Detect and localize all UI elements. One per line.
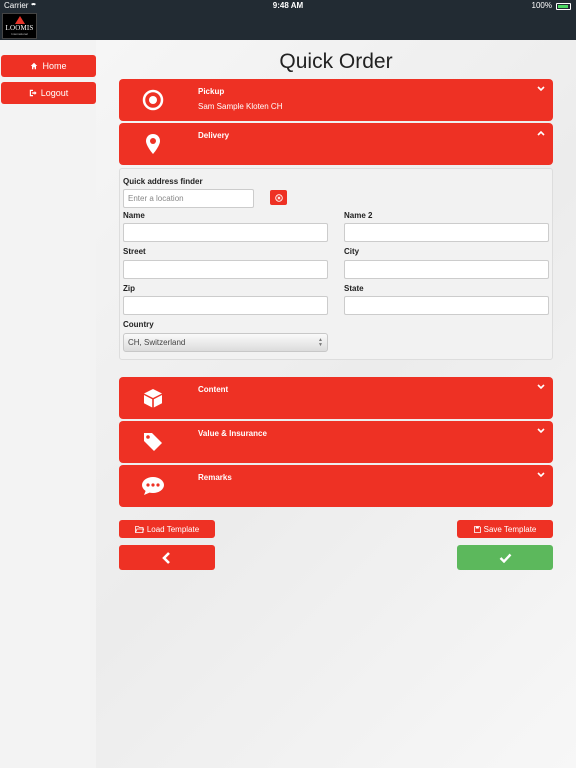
speech-bubble-icon [139, 465, 167, 507]
zip-label: Zip [123, 284, 135, 293]
chevron-down-icon[interactable] [536, 382, 546, 392]
save-template-button[interactable]: Save Template [457, 520, 553, 538]
country-label: Country [123, 320, 154, 329]
page-title: Quick Order [279, 50, 393, 73]
load-template-button[interactable]: Load Template [119, 520, 215, 538]
logout-button[interactable]: Logout [1, 82, 96, 104]
remarks-title: Remarks [198, 473, 232, 482]
folder-open-icon [134, 525, 144, 533]
close-circle-icon [274, 193, 283, 202]
delivery-section-header[interactable]: Delivery [119, 123, 553, 165]
logo-subtext: International [11, 32, 28, 36]
pickup-section-header[interactable]: Pickup Sam Sample Kloten CH [119, 79, 553, 121]
delivery-title: Delivery [198, 131, 230, 140]
name2-field[interactable] [344, 223, 549, 242]
country-select[interactable]: CH, Switzerland ▲ ▼ [123, 333, 328, 352]
nav-bar: LOOMIS International [0, 12, 576, 40]
chevron-down-icon[interactable] [536, 470, 546, 480]
pickup-address: Sam Sample Kloten CH [198, 102, 283, 111]
map-pin-icon [139, 123, 167, 165]
chevron-down-icon[interactable] [536, 84, 546, 94]
city-field[interactable] [344, 260, 549, 279]
street-field[interactable] [123, 260, 328, 279]
chevron-left-icon [162, 551, 170, 564]
save-icon [473, 525, 481, 533]
clock: 9:48 AM [272, 1, 304, 10]
state-field[interactable] [344, 296, 549, 315]
back-button[interactable] [119, 545, 215, 570]
status-bar: Carrier 9:48 AM 100% [0, 0, 576, 12]
content-section-header[interactable]: Content [119, 377, 553, 419]
select-arrows-icon: ▲ ▼ [318, 337, 323, 348]
logo-triangle-icon [14, 16, 25, 24]
value-insurance-title: Value & Insurance [198, 429, 267, 438]
target-icon [139, 79, 167, 121]
quick-address-finder-label: Quick address finder [123, 177, 203, 186]
name2-label: Name 2 [344, 211, 373, 220]
home-icon [31, 62, 38, 70]
tag-icon [139, 421, 167, 463]
street-label: Street [123, 247, 146, 256]
chevron-up-icon[interactable] [536, 128, 546, 138]
pickup-title: Pickup [198, 87, 225, 96]
country-value: CH, Switzerland [128, 338, 186, 347]
chevron-down-icon[interactable] [536, 426, 546, 436]
state-label: State [344, 284, 364, 293]
battery-percent: 100% [531, 1, 552, 10]
remarks-section-header[interactable]: Remarks [119, 465, 553, 507]
zip-field[interactable] [123, 296, 328, 315]
clear-location-button[interactable] [270, 190, 287, 205]
logout-label: Logout [40, 88, 69, 98]
loomis-logo[interactable]: LOOMIS International [2, 13, 37, 39]
value-insurance-section-header[interactable]: Value & Insurance [119, 421, 553, 463]
name-field[interactable] [123, 223, 328, 242]
city-label: City [344, 247, 360, 256]
name-label: Name [123, 211, 145, 220]
load-template-label: Load Template [146, 524, 200, 534]
home-button[interactable]: Home [1, 55, 96, 77]
box-icon [139, 377, 167, 419]
quick-address-finder-input[interactable] [123, 189, 254, 208]
battery-icon [556, 3, 571, 10]
save-template-label: Save Template [483, 524, 537, 534]
confirm-button[interactable] [457, 545, 553, 570]
content-title: Content [198, 385, 229, 394]
logout-icon [29, 89, 37, 97]
logo-text: LOOMIS [5, 24, 34, 32]
home-label: Home [42, 61, 67, 71]
checkmark-icon [499, 553, 511, 563]
